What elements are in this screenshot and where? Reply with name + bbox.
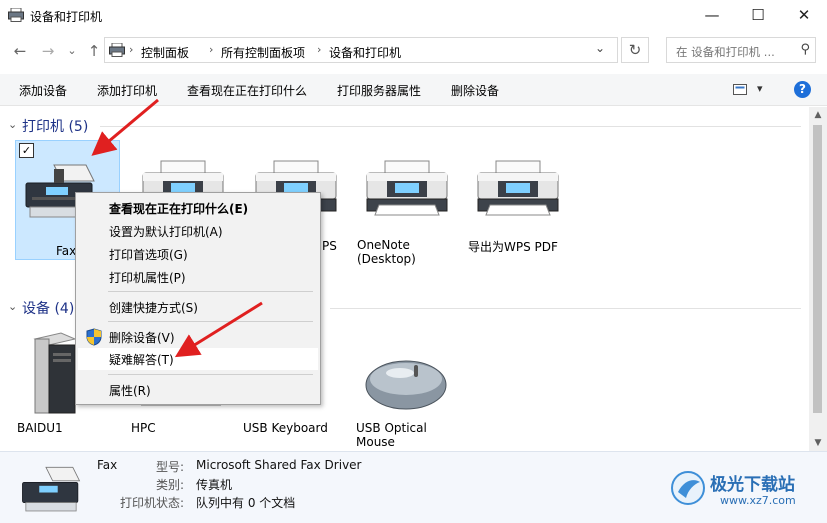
- annotation-arrow-1: [91, 98, 159, 156]
- annotation-arrows: [91, 98, 263, 358]
- annotation-arrow-2: [174, 301, 263, 358]
